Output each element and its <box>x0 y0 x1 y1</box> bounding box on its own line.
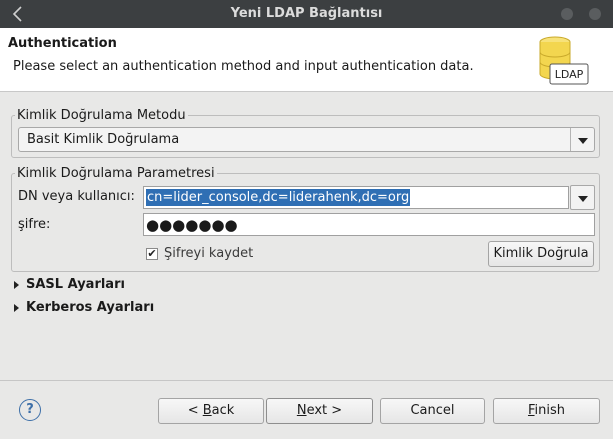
password-input[interactable]: ●●●●●●● <box>143 213 595 236</box>
footer-separator <box>0 380 613 381</box>
back-mnemonic: B <box>202 403 212 418</box>
back-rest: ack <box>211 403 235 418</box>
page-title: Authentication <box>8 36 117 51</box>
password-label: şifre: <box>18 217 51 232</box>
help-icon[interactable]: ? <box>19 399 41 421</box>
wizard-header: Authentication Please select an authenti… <box>0 28 613 92</box>
method-group-legend: Kimlik Doğrulama Metodu <box>17 108 186 123</box>
auth-method-dropdown[interactable] <box>570 128 594 151</box>
ldap-icon-label: LDAP <box>555 68 584 81</box>
password-value: ●●●●●●● <box>146 216 238 234</box>
next-mnemonic: N <box>296 403 307 418</box>
save-password-checkbox[interactable]: ✔ <box>146 248 158 260</box>
chevron-down-icon <box>578 196 588 202</box>
expand-arrow-icon <box>14 304 19 312</box>
auth-method-value: Basit Kimlik Doğrulama <box>27 132 180 147</box>
back-button[interactable]: < Back <box>158 398 264 424</box>
finish-rest: inish <box>534 403 566 418</box>
close-button[interactable] <box>589 8 601 20</box>
sasl-section-label: SASL Ayarları <box>26 277 125 292</box>
save-password-label: Şifreyi kaydet <box>164 246 254 261</box>
ldap-database-icon: LDAP <box>539 36 589 85</box>
dn-history-dropdown[interactable] <box>570 185 595 210</box>
kerberos-section-label: Kerberos Ayarları <box>26 300 155 315</box>
finish-button[interactable]: Finish <box>493 398 600 424</box>
back-prefix: < <box>187 403 203 418</box>
window-title: Yeni LDAP Bağlantısı <box>230 6 383 21</box>
dn-input-value: cn=lider_console,dc=liderahenk,dc=org <box>146 189 411 206</box>
cancel-button[interactable]: Cancel <box>380 398 485 424</box>
minimize-button[interactable] <box>561 8 573 20</box>
chevron-down-icon <box>578 138 588 144</box>
window-titlebar: Yeni LDAP Bağlantısı <box>0 0 613 28</box>
dn-label: DN veya kullanıcı: <box>18 189 135 204</box>
next-rest: ext > <box>306 403 343 418</box>
check-authentication-button[interactable]: Kimlik Doğrula <box>488 241 594 267</box>
dn-input[interactable]: cn=lider_console,dc=liderahenk,dc=org <box>143 186 569 209</box>
checkmark-icon: ✔ <box>147 247 157 260</box>
params-group-legend: Kimlik Doğrulama Parametresi <box>17 166 215 181</box>
next-button[interactable]: Next > <box>266 398 373 424</box>
expand-arrow-icon <box>14 281 19 289</box>
page-description: Please select an authentication method a… <box>13 59 474 74</box>
auth-method-select[interactable]: Basit Kimlik Doğrulama <box>18 127 595 152</box>
